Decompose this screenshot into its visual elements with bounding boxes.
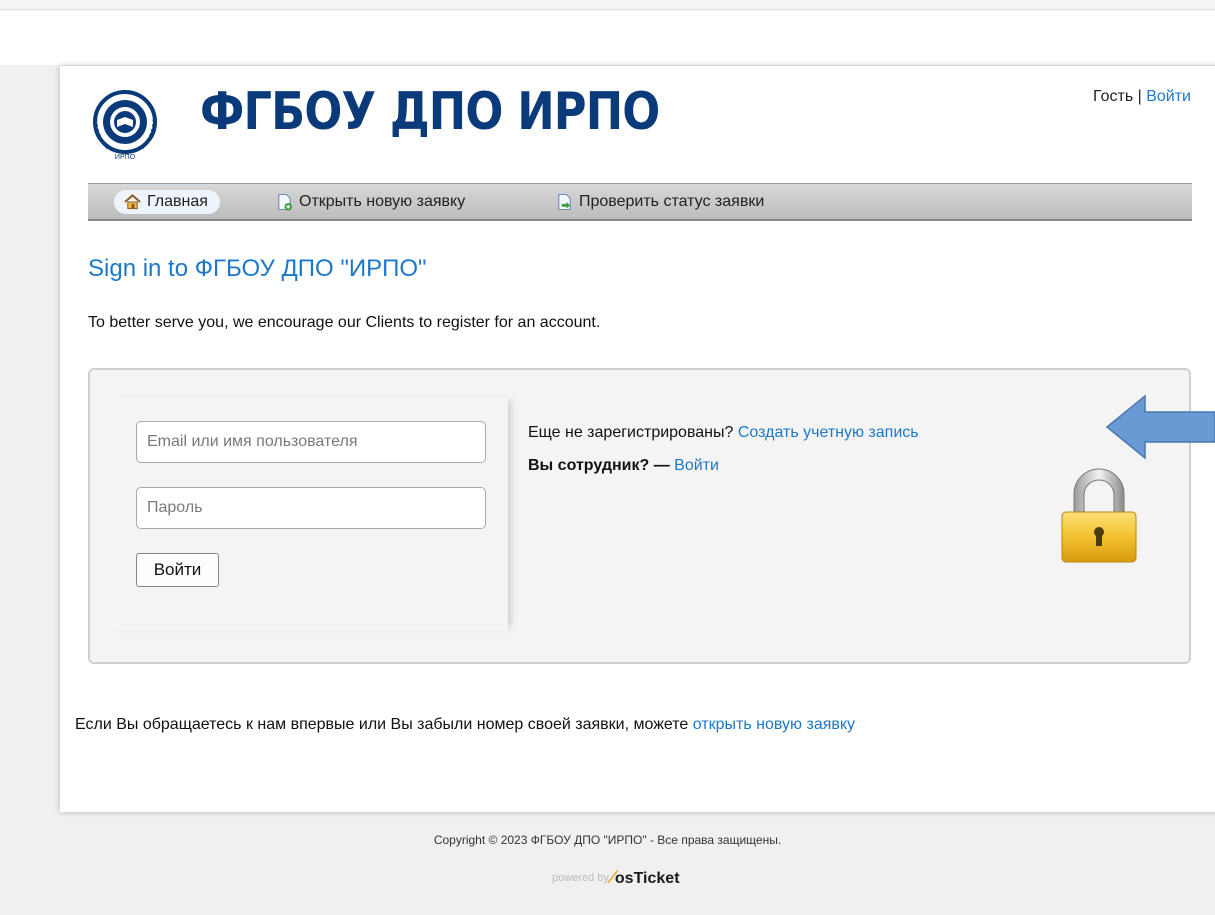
header-login-link[interactable]: Войти bbox=[1146, 88, 1191, 105]
userbar-separator: | bbox=[1137, 88, 1142, 105]
staff-login-link[interactable]: Войти bbox=[674, 457, 719, 474]
guest-label: Гость bbox=[1093, 88, 1134, 105]
open-new-ticket-link[interactable]: открыть новую заявку bbox=[693, 716, 855, 733]
top-spacer bbox=[0, 11, 1215, 65]
page-margin bbox=[0, 66, 60, 812]
main-nav: Главная Открыть новую заявку Проверить с… bbox=[88, 183, 1192, 221]
staff-question: Вы сотрудник? — bbox=[528, 457, 670, 474]
osticket-icon: ∕ bbox=[610, 867, 614, 887]
logo-text: ИРПО bbox=[115, 154, 136, 161]
login-submit-button[interactable]: Войти bbox=[136, 553, 219, 587]
padlock-icon bbox=[1061, 468, 1137, 563]
page-title: Sign in to ФГБОУ ДПО "ИРПО" bbox=[88, 255, 427, 282]
nav-item-home[interactable]: Главная bbox=[114, 190, 220, 214]
home-icon bbox=[124, 194, 141, 210]
intro-text: To better serve you, we encourage our Cl… bbox=[88, 314, 601, 331]
nav-home-label: Главная bbox=[147, 193, 208, 210]
register-prompt: Еще не зарегистрированы? Создать учетную… bbox=[528, 424, 919, 442]
browser-top-strip bbox=[0, 0, 1215, 10]
nav-new-ticket-label: Открыть новую заявку bbox=[299, 193, 466, 210]
powered-by-logo[interactable]: powered by ∕ osTicket bbox=[552, 858, 680, 888]
footer-note-text: Если Вы обращаетесь к нам впервые или Вы… bbox=[75, 716, 689, 733]
logo-emblem: ИРПО bbox=[93, 90, 157, 161]
staff-prompt: Вы сотрудник? — Войти bbox=[528, 457, 719, 475]
create-account-link[interactable]: Создать учетную запись bbox=[738, 424, 919, 441]
product-name: osTicket bbox=[614, 870, 680, 887]
nav-item-new-ticket[interactable]: Открыть новую заявку bbox=[276, 190, 465, 214]
user-bar: Гость | Войти bbox=[1093, 88, 1191, 106]
copyright-text: Copyright © 2023 ФГБОУ ДПО "ИРПО" - Все … bbox=[433, 833, 782, 847]
arrow-pointer-icon bbox=[1105, 394, 1215, 460]
new-ticket-icon bbox=[278, 193, 293, 211]
powered-by-label: powered by bbox=[552, 872, 609, 884]
register-question: Еще не зарегистрированы? bbox=[528, 424, 734, 441]
footer-note: Если Вы обращаетесь к нам впервые или Вы… bbox=[75, 716, 855, 734]
password-input[interactable] bbox=[136, 487, 486, 529]
nav-item-check-status[interactable]: Проверить статус заявки bbox=[556, 190, 764, 214]
site-brand[interactable]: ФГБОУ ДПО ИРПО bbox=[200, 86, 660, 138]
nav-check-status-label: Проверить статус заявки bbox=[579, 193, 765, 210]
username-input[interactable] bbox=[136, 421, 486, 463]
check-status-icon bbox=[558, 193, 571, 211]
